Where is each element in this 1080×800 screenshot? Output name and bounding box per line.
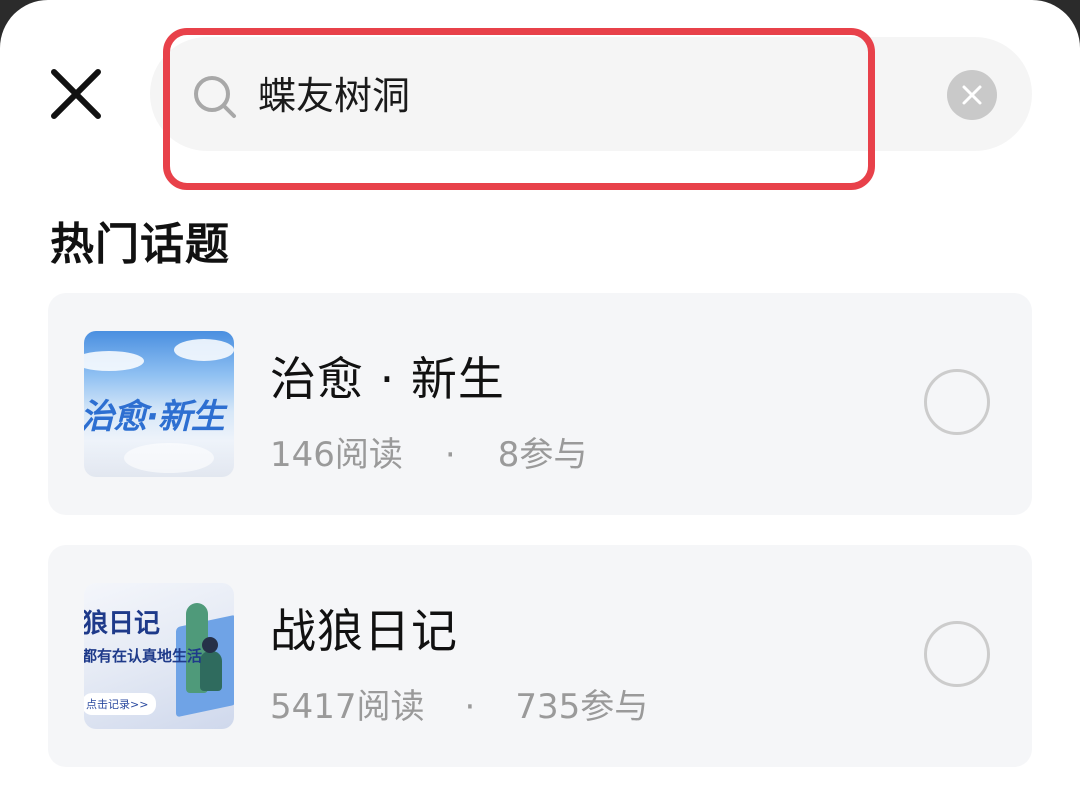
- thumbnail-text: 狼日记: [84, 609, 161, 639]
- section-title: 热门话题: [50, 219, 230, 270]
- topic-meta: 5417阅读 · 735参与: [270, 679, 648, 728]
- thumbnail-button: 点击记录>>: [84, 693, 157, 715]
- thumbnail-text: 治愈·新生: [84, 397, 225, 437]
- topic-title: 战狼日记: [270, 604, 458, 658]
- topic-select-radio[interactable]: [924, 369, 990, 435]
- search-input[interactable]: [258, 66, 898, 126]
- meta-separator: ·: [464, 687, 476, 727]
- topic-card[interactable]: 狼日记 都有在认真地生活 点击记录>> 战狼日记 5417阅读 · 735参与: [48, 545, 1032, 767]
- topic-meta: 146阅读 · 8参与: [270, 427, 587, 476]
- topic-reads: 146阅读: [270, 435, 403, 475]
- bottom-sheet: 热门话题 治愈·新生 治愈 · 新生 146阅读 · 8参与 狼日记 都有在认真地生…: [0, 0, 1080, 800]
- topic-thumbnail: 狼日记 都有在认真地生活 点击记录>>: [84, 583, 234, 729]
- topic-reads: 5417阅读: [270, 687, 425, 727]
- topic-thumbnail: 治愈·新生: [84, 331, 234, 477]
- clear-search-button[interactable]: [947, 70, 997, 120]
- topic-card[interactable]: 治愈·新生 治愈 · 新生 146阅读 · 8参与: [48, 293, 1032, 515]
- topic-select-radio[interactable]: [924, 621, 990, 687]
- meta-separator: ·: [444, 435, 456, 475]
- close-icon: [51, 69, 101, 119]
- search-icon: [190, 72, 240, 122]
- close-button[interactable]: [46, 64, 106, 124]
- topic-title: 治愈 · 新生: [270, 352, 505, 406]
- clear-icon: [962, 85, 982, 105]
- thumbnail-subtext: 都有在认真地生活: [84, 647, 203, 665]
- topic-participants: 735参与: [515, 687, 649, 727]
- topic-participants: 8参与: [497, 435, 588, 475]
